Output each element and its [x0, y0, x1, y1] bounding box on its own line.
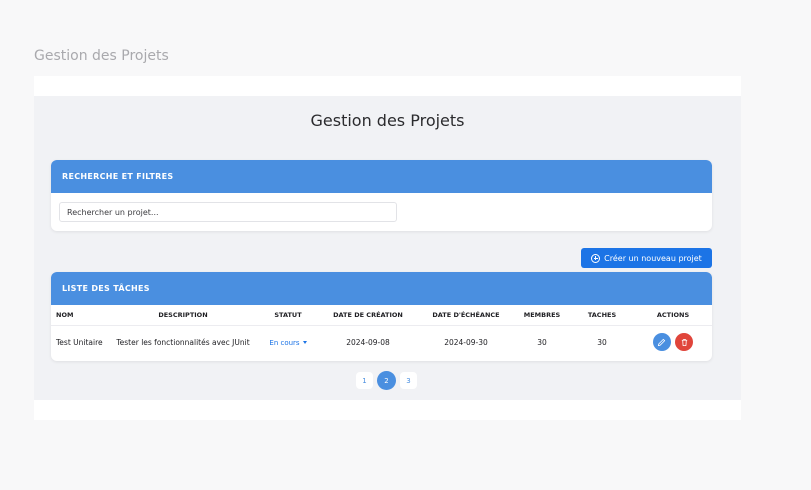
column-header-statut: STATUT: [258, 305, 318, 326]
column-header-date-creation: DATE DE CRÉATION: [318, 305, 418, 326]
delete-button[interactable]: [675, 333, 694, 352]
projects-section: Gestion des Projets RECHERCHE ET FILTRES…: [34, 96, 741, 400]
cell-date-creation: 2024-09-08: [346, 337, 390, 347]
column-header-nom: NOM: [51, 305, 108, 326]
trash-icon: [681, 338, 687, 346]
page-heading: Gestion des Projets: [34, 48, 169, 64]
page-button-3[interactable]: 3: [400, 372, 417, 389]
cell-taches: 30: [597, 337, 607, 347]
cell-statut: En cours: [258, 325, 318, 359]
edit-button[interactable]: [652, 333, 671, 352]
plus-circle-icon: [591, 253, 601, 263]
cell-date-echeance: 2024-09-30: [444, 337, 488, 347]
search-card: RECHERCHE ET FILTRES: [51, 160, 712, 231]
content-panel: Gestion des Projets RECHERCHE ET FILTRES…: [34, 76, 741, 420]
cell-membres: 30: [537, 337, 547, 347]
page-title: Gestion des Projets: [310, 111, 465, 130]
tasks-table-header: LISTE DES TÂCHES: [51, 272, 712, 305]
table-row: Test Unitaire Tester les fonctionnalités…: [51, 325, 712, 359]
page-button-1[interactable]: 1: [356, 372, 373, 389]
column-header-description: DESCRIPTION: [108, 305, 258, 326]
status-dropdown[interactable]: En cours: [269, 338, 307, 347]
pencil-icon: [658, 338, 666, 346]
search-card-header: RECHERCHE ET FILTRES: [51, 160, 712, 193]
column-header-taches: TACHES: [570, 305, 634, 326]
cell-nom: Test Unitaire: [56, 337, 103, 347]
create-project-label: Créer un nouveau projet: [604, 253, 702, 263]
column-header-membres: MEMBRES: [514, 305, 570, 326]
status-label: En cours: [269, 338, 300, 347]
tasks-table: NOM DESCRIPTION STATUT DATE DE CRÉATION …: [51, 305, 712, 359]
column-header-actions: ACTIONS: [634, 305, 712, 326]
table-header-row: NOM DESCRIPTION STATUT DATE DE CRÉATION …: [51, 305, 712, 326]
cell-actions: [634, 325, 712, 359]
pagination: 1 2 3: [356, 371, 417, 390]
column-header-date-echeance: DATE D'ÉCHÉANCE: [418, 305, 514, 326]
search-input[interactable]: [59, 202, 397, 222]
tasks-table-card: LISTE DES TÂCHES NOM DESCRIPTION STATUT …: [51, 272, 712, 361]
page-button-2[interactable]: 2: [377, 371, 396, 390]
create-project-button[interactable]: Créer un nouveau projet: [581, 248, 712, 268]
caret-down-icon: [302, 341, 307, 345]
cell-description: Tester les fonctionnalités avec JUnit: [116, 337, 250, 347]
